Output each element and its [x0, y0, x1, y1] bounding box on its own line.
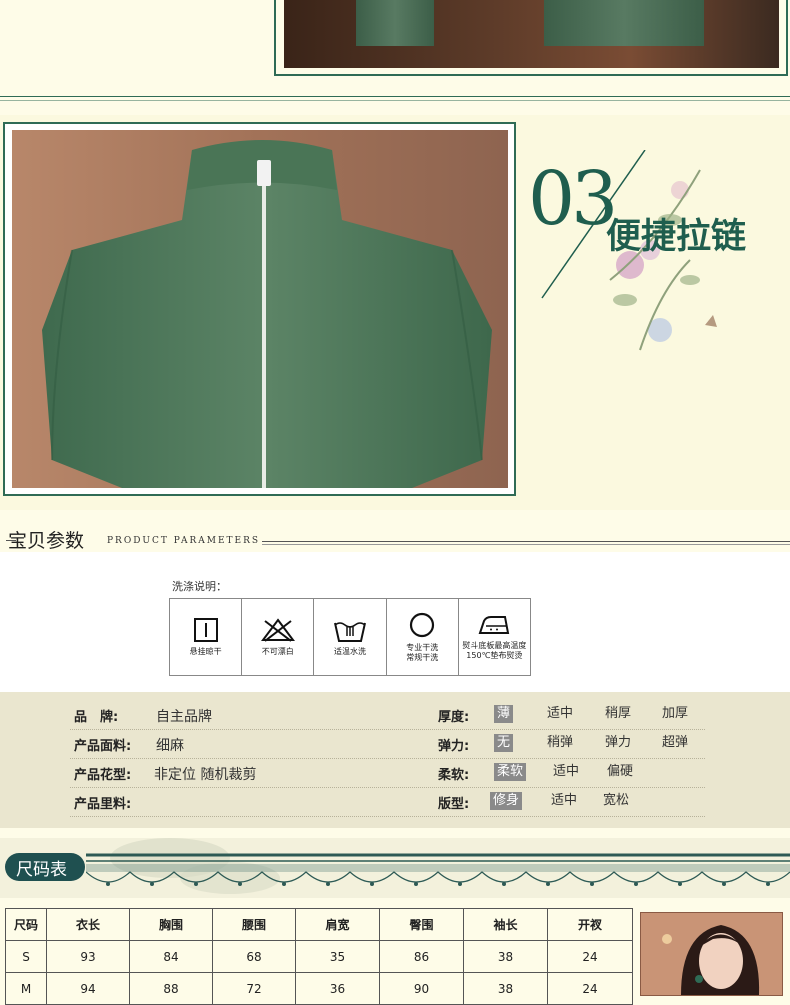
table-cell: 38 — [463, 940, 548, 973]
spec-key: 品 牌: — [74, 710, 119, 725]
no-bleach-icon — [260, 618, 295, 642]
zipper-photo — [12, 130, 508, 488]
spec-option-selected: 薄 — [494, 705, 514, 723]
table-cell: 88 — [129, 972, 213, 1005]
wash-label: 悬挂晾干 — [189, 647, 222, 656]
spec-value: 非定位 随机裁剪 — [154, 767, 257, 783]
table-cell: 35 — [295, 940, 380, 973]
hang-dry-icon — [193, 618, 218, 642]
spec-option-selected: 修身 — [490, 792, 523, 810]
wash-label: 熨斗底板最高温度 150℃垫布熨烫 — [462, 641, 527, 660]
spec-row-brand: 品 牌: 自主品牌 厚度: 薄 适中 稍厚 加厚 — [70, 700, 705, 730]
table-header: 袖长 — [463, 908, 548, 941]
iron-icon — [479, 616, 510, 634]
size-table: 尺码 衣长 胸围 腰围 肩宽 臀围 袖长 开衩 S 93 84 68 35 86… — [5, 908, 633, 1005]
spec-option: 适中 — [551, 793, 578, 808]
lace-border — [86, 853, 790, 886]
parameters-title: 宝贝参数 — [8, 530, 85, 552]
feature-title: 便捷拉链 — [606, 216, 747, 257]
dress-panel-left — [356, 0, 434, 46]
table-cell: 24 — [547, 940, 633, 973]
table-cell: S — [5, 940, 47, 973]
table-cell: 36 — [295, 972, 380, 1005]
table-cell: M — [5, 972, 47, 1005]
table-cell: 38 — [463, 972, 548, 1005]
spec-option: 加厚 — [662, 706, 689, 721]
spec-row-lining: 产品里料: 版型: 修身 适中 宽松 — [70, 787, 705, 817]
dry-clean-icon — [410, 612, 435, 638]
spec-key: 产品里料: — [74, 797, 132, 812]
table-cell: 24 — [547, 972, 633, 1005]
model-portrait-illustration — [641, 913, 782, 995]
section-divider-thin — [0, 100, 790, 101]
zipper-back-illustration — [12, 130, 508, 488]
dress-panel-right — [544, 0, 704, 46]
feature-number: 03 — [528, 156, 618, 242]
table-cell: 68 — [212, 940, 296, 973]
spec-option: 偏硬 — [607, 764, 634, 779]
spec-row-pattern: 产品花型: 非定位 随机裁剪 柔软: 柔软 适中 偏硬 — [70, 758, 705, 788]
table-row: S 93 84 68 35 86 38 24 — [5, 940, 633, 973]
wash-icons-box: 悬挂晾干 不可漂白 适温水洗 专业干洗 常规干洗 熨斗底板最高温度 150℃垫布… — [169, 598, 531, 676]
spec-option: 稍弹 — [547, 735, 574, 750]
warm-wash-icon — [334, 622, 366, 642]
spec-value: 细麻 — [156, 738, 184, 754]
model-photo — [640, 912, 783, 996]
spec-key: 产品花型: — [74, 768, 132, 783]
spec-key: 产品面料: — [74, 739, 132, 754]
wash-item: 专业干洗 常规干洗 — [387, 599, 459, 675]
spec-option: 适中 — [553, 764, 580, 779]
wash-label: 不可漂白 — [261, 647, 294, 656]
table-header-row: 尺码 衣长 胸围 腰围 肩宽 臀围 袖长 开衩 — [5, 908, 633, 941]
spec-option: 宽松 — [603, 793, 630, 808]
wash-label: 适温水洗 — [334, 647, 366, 656]
table-header: 腰围 — [212, 908, 296, 941]
spec-option: 弹力 — [605, 735, 632, 750]
table-cell: 84 — [129, 940, 213, 973]
table-cell: 93 — [46, 940, 130, 973]
parameters-subtitle: PRODUCT PARAMETERS — [107, 536, 261, 546]
section-divider — [0, 96, 790, 97]
heading-rule-thin — [262, 544, 790, 545]
dress-hem-photo — [284, 0, 779, 68]
size-chart-title: 尺码表 — [16, 860, 67, 880]
table-header: 臀围 — [379, 908, 464, 941]
spec-key: 柔软: — [438, 768, 470, 783]
table-header: 衣长 — [46, 908, 130, 941]
spec-key: 弹力: — [438, 739, 470, 754]
table-cell: 90 — [379, 972, 464, 1005]
spec-key: 厚度: — [438, 710, 470, 725]
wash-title: 洗涤说明： — [172, 580, 227, 593]
spec-row-fabric: 产品面料: 细麻 弹力: 无 稍弹 弹力 超弹 — [70, 729, 705, 759]
table-cell: 94 — [46, 972, 130, 1005]
spec-option: 适中 — [547, 706, 574, 721]
spec-option-selected: 柔软 — [494, 763, 527, 781]
table-cell: 86 — [379, 940, 464, 973]
wash-item: 悬挂晾干 — [170, 599, 243, 675]
spec-value: 自主品牌 — [156, 709, 212, 725]
table-header: 尺码 — [5, 908, 47, 941]
table-header: 开衩 — [547, 908, 633, 941]
wash-item: 熨斗底板最高温度 150℃垫布熨烫 — [459, 599, 530, 675]
spec-option-selected: 无 — [494, 734, 514, 752]
spec-option: 稍厚 — [605, 706, 632, 721]
table-header: 胸围 — [129, 908, 213, 941]
wash-item: 适温水洗 — [314, 599, 387, 675]
wash-label: 专业干洗 常规干洗 — [406, 643, 439, 662]
spec-key: 版型: — [438, 797, 470, 812]
spec-option: 超弹 — [662, 735, 689, 750]
heading-rule — [262, 541, 790, 542]
table-header: 肩宽 — [295, 908, 380, 941]
table-row: M 94 88 72 36 90 38 24 — [5, 972, 633, 1005]
table-cell: 72 — [212, 972, 296, 1005]
wash-item: 不可漂白 — [242, 599, 315, 675]
